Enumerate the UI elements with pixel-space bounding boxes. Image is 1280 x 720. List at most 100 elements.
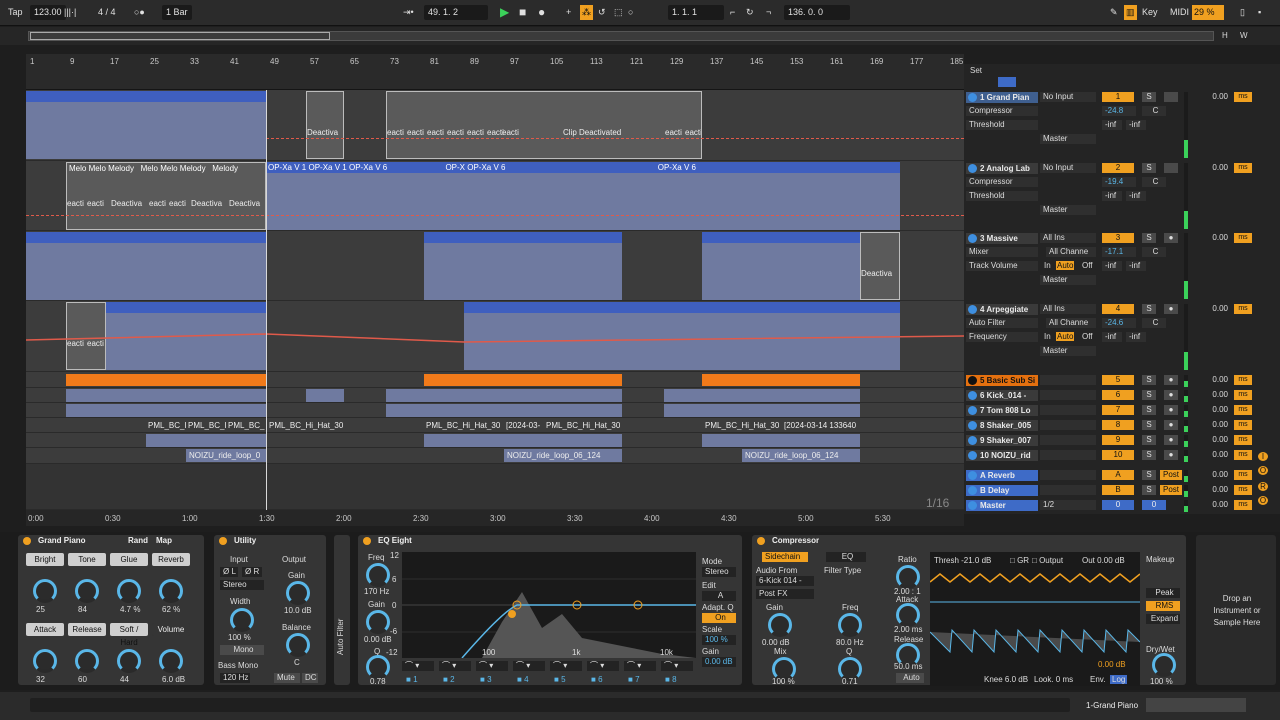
- phase-right-button[interactable]: Ø R: [242, 567, 262, 577]
- track-activator[interactable]: 8: [1102, 420, 1134, 430]
- delay-unit[interactable]: ms: [1234, 375, 1252, 385]
- volume-field[interactable]: -19.4: [1102, 177, 1136, 187]
- track-delay[interactable]: 0.00: [1198, 485, 1228, 495]
- track-fold-icon[interactable]: [968, 406, 977, 415]
- track-name[interactable]: 8 Shaker_005: [966, 420, 1038, 431]
- macro-knob[interactable]: [33, 579, 57, 603]
- band-toggle[interactable]: ■ 5: [554, 675, 566, 684]
- mixer-track[interactable]: 3 Massive Mixer Track Volume All Ins All Cha…: [964, 231, 1280, 301]
- macro-label[interactable]: Bright: [26, 553, 64, 566]
- record-icon[interactable]: ●: [538, 5, 545, 20]
- track-fold-icon[interactable]: [968, 501, 977, 510]
- delay-unit[interactable]: ms: [1234, 390, 1252, 400]
- band-toggle[interactable]: ■ 7: [628, 675, 640, 684]
- gain-knob[interactable]: [366, 610, 390, 634]
- arm-button[interactable]: ●: [1164, 405, 1178, 415]
- auto-filter-collapsed[interactable]: Auto Filter: [334, 535, 350, 685]
- audio-clip[interactable]: [386, 404, 622, 417]
- input-type-select[interactable]: No Input: [1040, 92, 1096, 102]
- output-select[interactable]: Master: [1040, 134, 1096, 144]
- output-select[interactable]: Master: [1040, 346, 1096, 356]
- midi-clip[interactable]: [26, 232, 266, 300]
- audio-clip[interactable]: [664, 389, 860, 402]
- monitor-off[interactable]: Off: [1082, 332, 1093, 341]
- track-delay[interactable]: 0.00: [1198, 420, 1228, 430]
- audio-clip[interactable]: [66, 374, 266, 386]
- compressor-device[interactable]: Compressor Sidechain EQ Audio From 6-Kic…: [752, 535, 1186, 686]
- audio-clip[interactable]: NOIZU_ride_loop_06_124: [504, 449, 622, 462]
- key-map-button[interactable]: Key: [1142, 5, 1158, 20]
- volume-field[interactable]: -17.1: [1102, 247, 1136, 257]
- arm-button[interactable]: ●: [1164, 450, 1178, 460]
- width-knob[interactable]: [230, 608, 254, 632]
- macro-label[interactable]: Reverb: [152, 553, 190, 566]
- expand-button[interactable]: Expand: [1146, 614, 1180, 624]
- track-delay[interactable]: 0.00: [1198, 450, 1228, 460]
- delay-unit[interactable]: ms: [1234, 163, 1252, 173]
- sc-freq-knob[interactable]: [838, 613, 862, 637]
- monitor-off[interactable]: Off: [1082, 261, 1093, 270]
- macro-knob[interactable]: [75, 649, 99, 673]
- punch-out-icon[interactable]: ¬: [766, 5, 771, 20]
- track-fold-icon[interactable]: [968, 234, 977, 243]
- midi-clip[interactable]: [702, 232, 860, 300]
- arm-button[interactable]: ●: [1164, 375, 1178, 385]
- mixer-track[interactable]: Master 1/2 0 0 0.00 ms: [964, 499, 1280, 513]
- mode-select[interactable]: Stereo: [702, 567, 736, 577]
- io-toggle-button[interactable]: O: [1258, 496, 1268, 505]
- input-type-select[interactable]: All Ins: [1040, 233, 1096, 243]
- mixer-track[interactable]: B Delay B S Post 0.00 ms: [964, 484, 1280, 498]
- band-toggle[interactable]: ■ 6: [591, 675, 603, 684]
- overview-view-box[interactable]: [30, 32, 330, 40]
- tempo-field[interactable]: 123.00: [30, 5, 66, 20]
- track-delay[interactable]: 0.00: [1198, 233, 1228, 243]
- arrangement-overview[interactable]: H W: [0, 27, 1280, 45]
- bass-mono-freq[interactable]: 120 Hz: [220, 673, 250, 683]
- macro-knob[interactable]: [75, 579, 99, 603]
- audio-clip[interactable]: [306, 389, 344, 402]
- solo-button[interactable]: S: [1142, 233, 1156, 243]
- track-lane-arpeggiator[interactable]: eacti eacti: [26, 301, 964, 372]
- track-delay[interactable]: 0.00: [1198, 92, 1228, 102]
- session-record-icon[interactable]: ○: [628, 5, 633, 20]
- solo-button[interactable]: S: [1142, 304, 1156, 314]
- sidechain-eq-button[interactable]: EQ: [826, 552, 866, 562]
- audio-clip[interactable]: [424, 374, 622, 386]
- utility-device[interactable]: Utility Input Output Ø L Ø R Stereo Widt…: [214, 535, 326, 685]
- arm-button[interactable]: [1164, 92, 1178, 102]
- band-filter-type[interactable]: ⌒ ▾: [624, 661, 656, 671]
- keyboard-icon[interactable]: ▥: [1124, 5, 1137, 20]
- band-filter-type[interactable]: ⌒ ▾: [550, 661, 582, 671]
- parameter-chooser[interactable]: Threshold: [966, 120, 1038, 130]
- audio-clip[interactable]: [424, 434, 622, 447]
- arm-button[interactable]: ●: [1164, 390, 1178, 400]
- track-lane-analog-lab[interactable]: Melo Melo Melody Melo Melo Melody Melody…: [26, 161, 964, 231]
- monitor-in[interactable]: In: [1044, 332, 1051, 341]
- macro-knob[interactable]: [159, 579, 183, 603]
- mixer-track[interactable]: 6 Kick_014 - 6 S ● 0.00 ms: [964, 389, 1280, 403]
- arm-button[interactable]: [1164, 163, 1178, 173]
- scale-value[interactable]: 100 %: [702, 635, 736, 645]
- band-filter-type[interactable]: ⌒ ▾: [587, 661, 619, 671]
- macro-label[interactable]: Attack: [26, 623, 64, 636]
- device-drop-zone[interactable]: Drop an Instrument or Sample Here: [1196, 535, 1276, 685]
- input-channel-select[interactable]: All Channe: [1046, 247, 1096, 257]
- track-fold-icon[interactable]: [968, 93, 977, 102]
- solo-button[interactable]: S: [1142, 405, 1156, 415]
- delay-unit[interactable]: ms: [1234, 485, 1252, 495]
- track-fold-icon[interactable]: [968, 436, 977, 445]
- solo-button[interactable]: S: [1142, 450, 1156, 460]
- track-activator[interactable]: 4: [1102, 304, 1134, 314]
- audio-clip[interactable]: NOIZU_ride_loop_06_124: [742, 449, 860, 462]
- audio-clip[interactable]: [66, 389, 266, 402]
- lookahead-value[interactable]: Look. 0 ms: [1034, 675, 1073, 684]
- expand-icon[interactable]: [998, 77, 1016, 87]
- balance-knob[interactable]: [286, 633, 310, 657]
- volume-field[interactable]: -24.8: [1102, 106, 1136, 116]
- track-delay[interactable]: 0.00: [1198, 500, 1228, 510]
- band-filter-type[interactable]: ⌒ ▾: [661, 661, 693, 671]
- time-ruler[interactable]: 0:00 0:30 1:00 1:30 2:00 2:30 3:00 3:30 4:00 4:30…: [26, 510, 964, 526]
- song-position[interactable]: 49. 1. 2: [424, 5, 488, 20]
- delay-unit[interactable]: ms: [1234, 470, 1252, 480]
- macro-label[interactable]: Volume: [152, 623, 190, 636]
